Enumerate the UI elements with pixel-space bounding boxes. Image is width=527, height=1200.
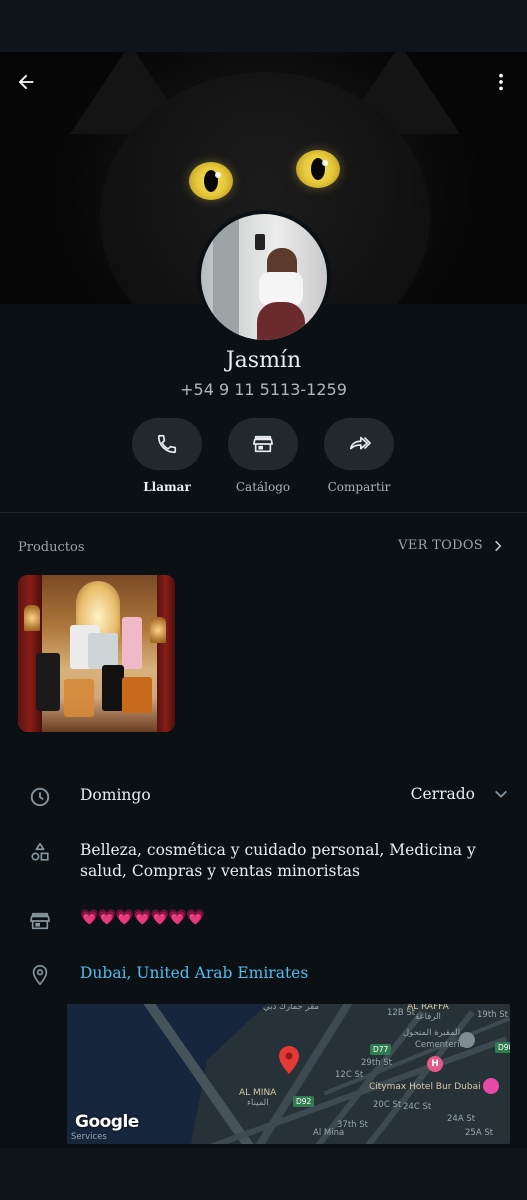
map-label-al-mina-ar: الميناء: [247, 1098, 269, 1108]
location-map[interactable]: مقر جمارك دبي AL RAFFA الرفاعة 19th St 1…: [67, 1004, 510, 1144]
see-all-label: VER TODOS: [398, 538, 483, 553]
map-label-al-mina: AL MINA: [239, 1088, 277, 1098]
action-buttons: Llamar Catálogo Compartir: [0, 418, 527, 498]
chevron-right-icon: [495, 540, 502, 551]
share-label: Compartir: [327, 480, 391, 494]
chevron-down-icon[interactable]: [493, 786, 509, 802]
route-badge-d77: D77: [370, 1044, 392, 1055]
description-row: 💗💗💗💗💗💗💗: [0, 907, 527, 933]
map-label-25a: 25A St: [465, 1128, 494, 1138]
phone-icon: [157, 434, 177, 454]
more-options-button[interactable]: [483, 64, 519, 100]
map-label-citymax: Citymax Hotel Bur Dubai: [369, 1082, 481, 1092]
see-all-button[interactable]: VER TODOS: [398, 538, 505, 553]
navigation-bar: [0, 1148, 527, 1200]
status-bar: [0, 0, 527, 52]
hospital-poi-icon: H: [427, 1056, 443, 1072]
map-label-cementerio: Cementerio: [415, 1040, 465, 1050]
map-label-services: Services: [71, 1132, 107, 1142]
forward-icon: [349, 436, 371, 450]
map-label-20c: 20C St: [373, 1100, 402, 1110]
route-badge-d92: D92: [293, 1096, 315, 1107]
product-thumbnail[interactable]: [18, 575, 175, 732]
description-text: 💗💗💗💗💗💗💗: [80, 908, 205, 926]
map-label-cementerio-ar: المقبرة المنحول: [403, 1028, 461, 1038]
google-logo: Google: [75, 1112, 139, 1132]
avatar[interactable]: [197, 210, 331, 344]
hours-day: Domingo: [80, 786, 151, 804]
products-heading: Productos: [18, 540, 85, 555]
map-label-24c: 24C St: [403, 1102, 432, 1112]
hotel-poi-icon: [483, 1078, 499, 1094]
map-label-29th: 29th St: [361, 1058, 392, 1068]
map-pin-icon: [279, 1046, 299, 1074]
map-label-al-raffa-ar: الرفاعة: [415, 1012, 441, 1022]
map-label-top-ar: مقر جمارك دبي: [263, 1004, 320, 1012]
back-arrow-icon: [18, 74, 34, 90]
route-badge-d90: D90: [495, 1042, 510, 1053]
cat-eye-left: [189, 162, 233, 200]
location-pin-icon: [32, 965, 48, 986]
storefront-icon: [253, 435, 273, 453]
shapes-icon: [31, 842, 49, 861]
map-label-12b: 12B St: [387, 1008, 416, 1018]
map-label-24a: 24A St: [447, 1114, 476, 1124]
call-label: Llamar: [143, 480, 191, 494]
storefront-icon: [30, 912, 50, 930]
hours-status: Cerrado: [410, 785, 475, 803]
hours-row[interactable]: Domingo Cerrado: [0, 783, 527, 809]
profile-name: Jasmín: [225, 348, 302, 373]
share-button[interactable]: Compartir: [311, 418, 407, 494]
cemetery-poi-icon: [459, 1032, 475, 1048]
map-label-19th: 19th St: [477, 1010, 508, 1020]
profile-phone: +54 9 11 5113-1259: [180, 380, 347, 399]
catalog-button[interactable]: Catálogo: [215, 418, 311, 494]
location-text[interactable]: Dubai, United Arab Emirates: [80, 963, 308, 984]
more-vert-icon: [499, 73, 503, 91]
map-label-al-mina-st: Al Mina: [313, 1128, 345, 1138]
cat-eye-right: [296, 150, 340, 188]
divider: [0, 512, 527, 513]
category-row: Belleza, cosmética y cuidado personal, M…: [0, 838, 527, 882]
map-label-12c: 12C St: [335, 1070, 364, 1080]
location-row[interactable]: Dubai, United Arab Emirates: [0, 961, 527, 987]
category-text: Belleza, cosmética y cuidado personal, M…: [80, 841, 476, 880]
avatar-photo: [201, 214, 327, 340]
back-button[interactable]: [8, 64, 44, 100]
catalog-label: Catálogo: [235, 480, 291, 494]
call-button[interactable]: Llamar: [119, 418, 215, 494]
clock-icon: [30, 787, 50, 807]
